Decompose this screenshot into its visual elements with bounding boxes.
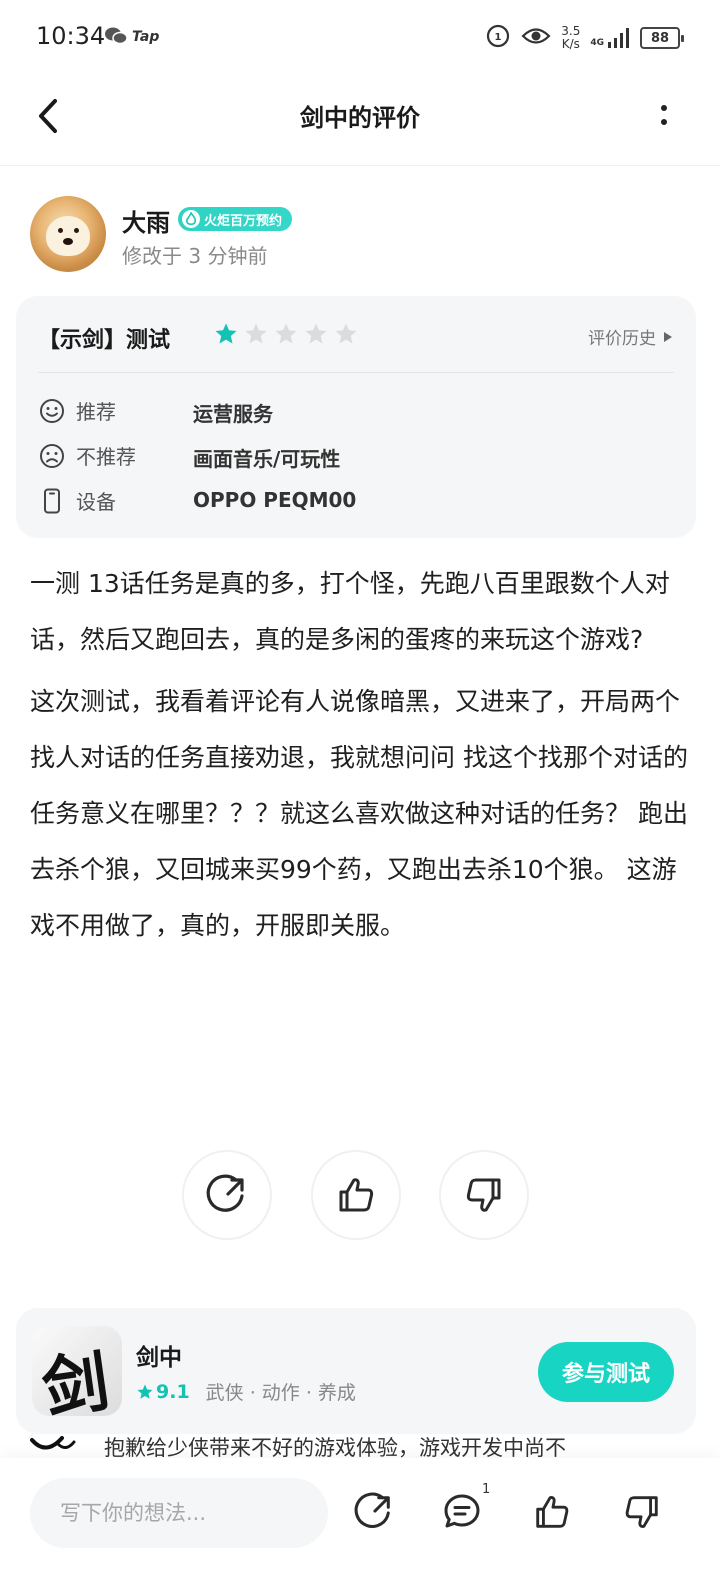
frown-icon: [38, 442, 66, 470]
badge-label: 火炬百万预约: [204, 213, 283, 229]
signal-icon: 4G: [590, 28, 630, 48]
review-summary-card: 【示剑】测试 评价历史 推荐 运营服务 不推荐 画面音乐/可玩性 设备 OPPO…: [16, 296, 696, 538]
like-button[interactable]: [311, 1150, 401, 1240]
top-nav-bar: 剑中的评价: [0, 76, 720, 166]
wechat-icon: [104, 26, 128, 50]
net-speed: 3.5 K/s: [561, 24, 581, 51]
page-title: 剑中的评价: [300, 104, 420, 132]
game-meta: 9.1 武侠 · 动作 · 养成: [136, 1378, 356, 1405]
star-filled-icon: [215, 323, 237, 344]
game-tags: 武侠 · 动作 · 养成: [205, 1382, 356, 1404]
device-value: OPPO PEQM00: [193, 488, 357, 512]
divider: [38, 372, 674, 373]
bottom-action-bar: 1: [0, 1458, 720, 1588]
thumbs-up-icon: [536, 1496, 569, 1528]
game-score: 9.1: [136, 1381, 190, 1403]
star-icon: [137, 1384, 153, 1399]
status-bar: 10:34 Tap 1 3.5 K/s 4G 88: [0, 0, 720, 76]
bottom-dislike-button[interactable]: [620, 1490, 664, 1534]
data-saver-icon: 1: [485, 23, 511, 53]
star-empty-icon: [305, 323, 327, 344]
more-options-button[interactable]: [652, 98, 676, 132]
bottom-like-button[interactable]: [530, 1490, 574, 1534]
comment-input[interactable]: [30, 1478, 328, 1548]
user-badge[interactable]: 火炬百万预约: [178, 207, 293, 231]
dislike-button[interactable]: [439, 1150, 529, 1240]
battery-icon: 88: [640, 27, 684, 49]
phone-icon: [38, 487, 66, 515]
not-recommend-row: 不推荐: [38, 441, 206, 470]
bottom-comment-button[interactable]: [440, 1490, 484, 1534]
dev-avatar: [28, 1436, 78, 1456]
share-button[interactable]: [182, 1150, 272, 1240]
thumbs-down-icon: [625, 1496, 658, 1528]
review-paragraph: 一测 13话任务是真的多，打个怪，先跑八百里跟数个人对话，然后又跑回去，真的是多…: [30, 569, 670, 654]
triangle-right-icon: [664, 331, 672, 342]
user-name[interactable]: 大雨: [122, 203, 170, 238]
tap-app-label: Tap: [132, 29, 160, 45]
review-text: 一测 13话任务是真的多，打个怪，先跑八百里跟数个人对话，然后又跑回去，真的是多…: [30, 556, 690, 960]
edited-time: 修改于 3 分钟前: [122, 244, 268, 268]
game-icon[interactable]: 剑: [32, 1326, 122, 1416]
star-empty-icon: [275, 323, 297, 344]
thumbs-up-icon: [339, 1178, 374, 1212]
status-right-group: 1 3.5 K/s 4G 88: [485, 22, 684, 54]
rating-stars: [214, 322, 358, 346]
star-empty-icon: [245, 323, 267, 344]
status-time: 10:34: [36, 22, 106, 50]
game-name[interactable]: 剑中: [136, 1338, 182, 1372]
recommend-value: 运营服务: [193, 402, 273, 426]
smile-icon: [38, 397, 66, 425]
comment-count: 1: [482, 1482, 491, 1497]
svg-text:1: 1: [495, 32, 502, 43]
rating-history-link[interactable]: 评价历史: [588, 324, 672, 349]
join-test-button[interactable]: 参与测试: [538, 1342, 674, 1402]
not-recommend-value: 画面音乐/可玩性: [193, 447, 341, 471]
review-game-title: 【示剑】测试: [38, 328, 171, 353]
flame-icon: [182, 210, 200, 228]
share-icon: [206, 1174, 244, 1212]
bottom-share-button[interactable]: [352, 1490, 396, 1534]
thumbs-down-icon: [466, 1178, 501, 1212]
share-icon: [354, 1492, 390, 1528]
game-info-card[interactable]: 剑 剑中 9.1 武侠 · 动作 · 养成 参与测试: [16, 1308, 696, 1434]
review-paragraph: 这次测试，我看着评论有人说像暗黑，又进来了，开局两个找人对话的任务直接劝退，我就…: [30, 687, 688, 940]
user-avatar[interactable]: [30, 196, 106, 272]
comment-icon: [444, 1494, 480, 1528]
device-row: 设备: [38, 486, 206, 515]
eye-comfort-icon: [521, 25, 551, 51]
star-empty-icon: [335, 323, 357, 344]
recommend-row: 推荐: [38, 396, 206, 425]
